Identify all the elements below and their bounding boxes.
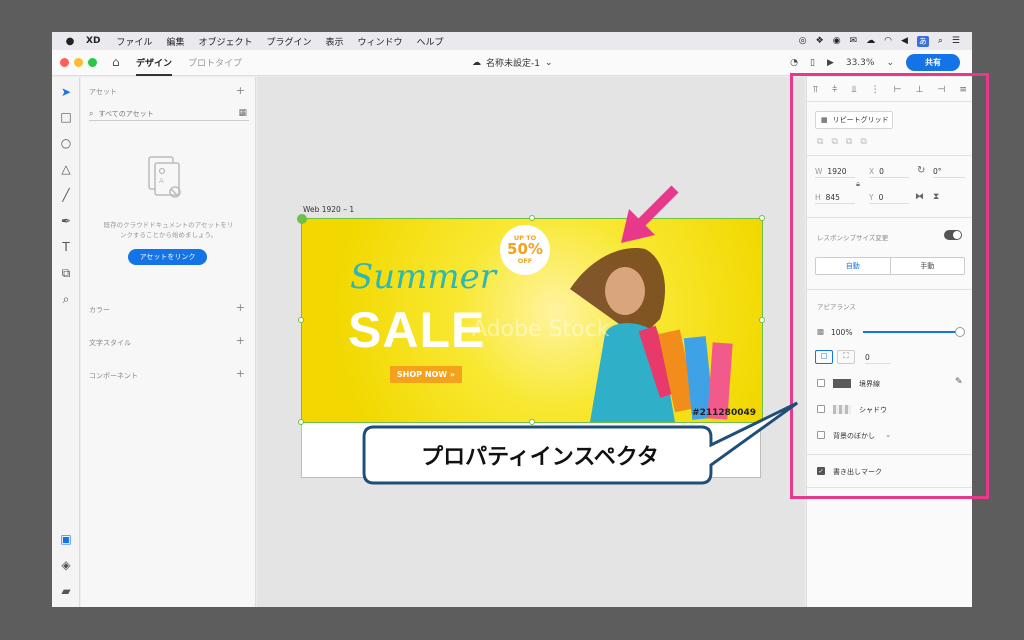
document-title[interactable]: ☁ 名称未設定-1 ⌄: [472, 56, 553, 70]
zoom-chevron-icon[interactable]: ⌄: [886, 58, 894, 68]
colors-section-label: カラー: [89, 306, 110, 314]
assets-filter-label: すべてのアセット: [98, 109, 154, 118]
tab-prototype[interactable]: プロトタイプ: [188, 56, 242, 69]
resize-handle-bottom-left[interactable]: [298, 419, 304, 425]
artboard-tool-icon[interactable]: ⧉: [52, 266, 80, 281]
play-icon[interactable]: ▶: [827, 58, 834, 68]
tool-bar: ➤ □ ○ △ ╱ ✒ T ⧉ ⌕ ▣ ◈ ▰: [52, 77, 80, 607]
assets-header: アセット: [89, 88, 117, 96]
zoom-tool-icon[interactable]: ⌕: [52, 292, 80, 307]
text-tool-icon[interactable]: T: [52, 240, 80, 254]
zoom-window-button[interactable]: [88, 58, 97, 67]
add-component-icon[interactable]: +: [236, 367, 245, 380]
line-tool-icon[interactable]: ╱: [52, 188, 80, 202]
menu-app-name[interactable]: XD: [86, 36, 100, 46]
callout-text: プロパティインスペクタ: [421, 445, 659, 470]
resize-handle-top-right[interactable]: [759, 215, 765, 221]
control-center-icon[interactable]: ☰: [952, 36, 960, 46]
resize-handle-left[interactable]: [298, 317, 304, 323]
resize-handle-top[interactable]: [529, 215, 535, 221]
menubar-status-icons: ◎ ❖ ◉ ✉ ☁ ◠ ◀ あ ⌕ ☰: [799, 35, 972, 47]
tab-design[interactable]: デザイン: [136, 56, 173, 76]
home-icon[interactable]: ⌂: [112, 55, 120, 69]
user-icon[interactable]: ◔: [790, 58, 798, 68]
polygon-tool-icon[interactable]: △: [52, 162, 80, 176]
apple-icon[interactable]: ●: [64, 36, 76, 47]
zoom-level[interactable]: 33.3%: [846, 58, 875, 68]
svg-text:A: A: [159, 177, 164, 185]
menu-object[interactable]: オブジェクト: [198, 35, 252, 48]
mail-icon[interactable]: ✉: [850, 36, 858, 46]
menu-help[interactable]: ヘルプ: [417, 35, 444, 48]
minimize-window-button[interactable]: [74, 58, 83, 67]
dropbox-icon[interactable]: ❖: [816, 36, 824, 46]
menu-view[interactable]: 表示: [325, 35, 343, 48]
menu-edit[interactable]: 編集: [166, 35, 184, 48]
components-section-label: コンポーネント: [89, 372, 138, 380]
char-styles-section-label: 文字スタイル: [89, 339, 131, 347]
mobile-preview-icon[interactable]: ▯: [810, 58, 815, 68]
spotlight-icon[interactable]: ⌕: [938, 36, 943, 46]
cloud-doc-icon: ☁: [472, 57, 481, 68]
ellipse-tool-icon[interactable]: ○: [52, 136, 80, 150]
pink-arrow-icon: [621, 185, 679, 243]
cloud-icon[interactable]: ☁: [866, 36, 875, 46]
wifi-icon[interactable]: ◠: [884, 36, 892, 46]
pen-tool-icon[interactable]: ✒: [52, 214, 80, 228]
library-illustration-icon: A: [148, 156, 181, 198]
menu-file[interactable]: ファイル: [116, 35, 152, 48]
window-controls: [60, 58, 97, 67]
add-color-icon[interactable]: +: [236, 301, 245, 314]
assets-panel-icon[interactable]: ▣: [52, 532, 80, 546]
share-button[interactable]: 共有: [906, 54, 960, 71]
input-method-icon[interactable]: あ: [916, 35, 929, 47]
titlebar-actions: ◔ ▯ ▶ 33.3% ⌄ 共有: [790, 54, 960, 71]
design-canvas[interactable]: Web 1920 – 1 UP TO 50% OFF Summer SALE A…: [257, 77, 805, 607]
volume-icon[interactable]: ◀: [901, 36, 908, 46]
rectangle-tool-icon[interactable]: □: [52, 110, 80, 124]
layers-panel-icon[interactable]: ◈: [52, 558, 80, 572]
search-icon: ⌕: [89, 108, 94, 118]
inspector-highlight-box: [790, 73, 989, 499]
creative-cloud-icon[interactable]: ◎: [799, 36, 807, 46]
close-window-button[interactable]: [60, 58, 69, 67]
edit-pen-icon[interactable]: [297, 214, 307, 224]
menu-plugin[interactable]: プラグイン: [266, 35, 311, 48]
add-asset-icon[interactable]: +: [236, 84, 245, 97]
link-assets-button[interactable]: アセットをリンク: [128, 249, 207, 265]
selection-frame: [301, 218, 763, 423]
select-tool-icon[interactable]: ➤: [52, 85, 80, 99]
resize-handle-right[interactable]: [759, 317, 765, 323]
grid-view-icon[interactable]: ▦: [238, 108, 247, 118]
menu-window[interactable]: ウィンドウ: [358, 35, 403, 48]
document-title-text: 名称未設定-1: [486, 59, 540, 69]
callout-bubble: プロパティインスペクタ: [360, 401, 799, 485]
plugins-panel-icon[interactable]: ▰: [52, 584, 80, 598]
assets-description: 既存のクラウドドキュメントのアセットをリンクすることから始めましょう。: [103, 221, 234, 239]
assets-search[interactable]: ⌕ すべてのアセット ⌄: [89, 107, 249, 121]
sync-icon[interactable]: ◉: [833, 36, 841, 46]
add-char-style-icon[interactable]: +: [236, 334, 245, 347]
chevron-down-icon: ⌄: [544, 57, 553, 68]
mac-menubar: ● XD ファイル 編集 オブジェクト プラグイン 表示 ウィンドウ ヘルプ ◎…: [52, 32, 972, 50]
assets-panel: アセット + ⌕ すべてのアセット ⌄ ▦ A 既存のクラウドドキュメントのアセ…: [81, 77, 256, 607]
artboard-name[interactable]: Web 1920 – 1: [303, 205, 354, 214]
